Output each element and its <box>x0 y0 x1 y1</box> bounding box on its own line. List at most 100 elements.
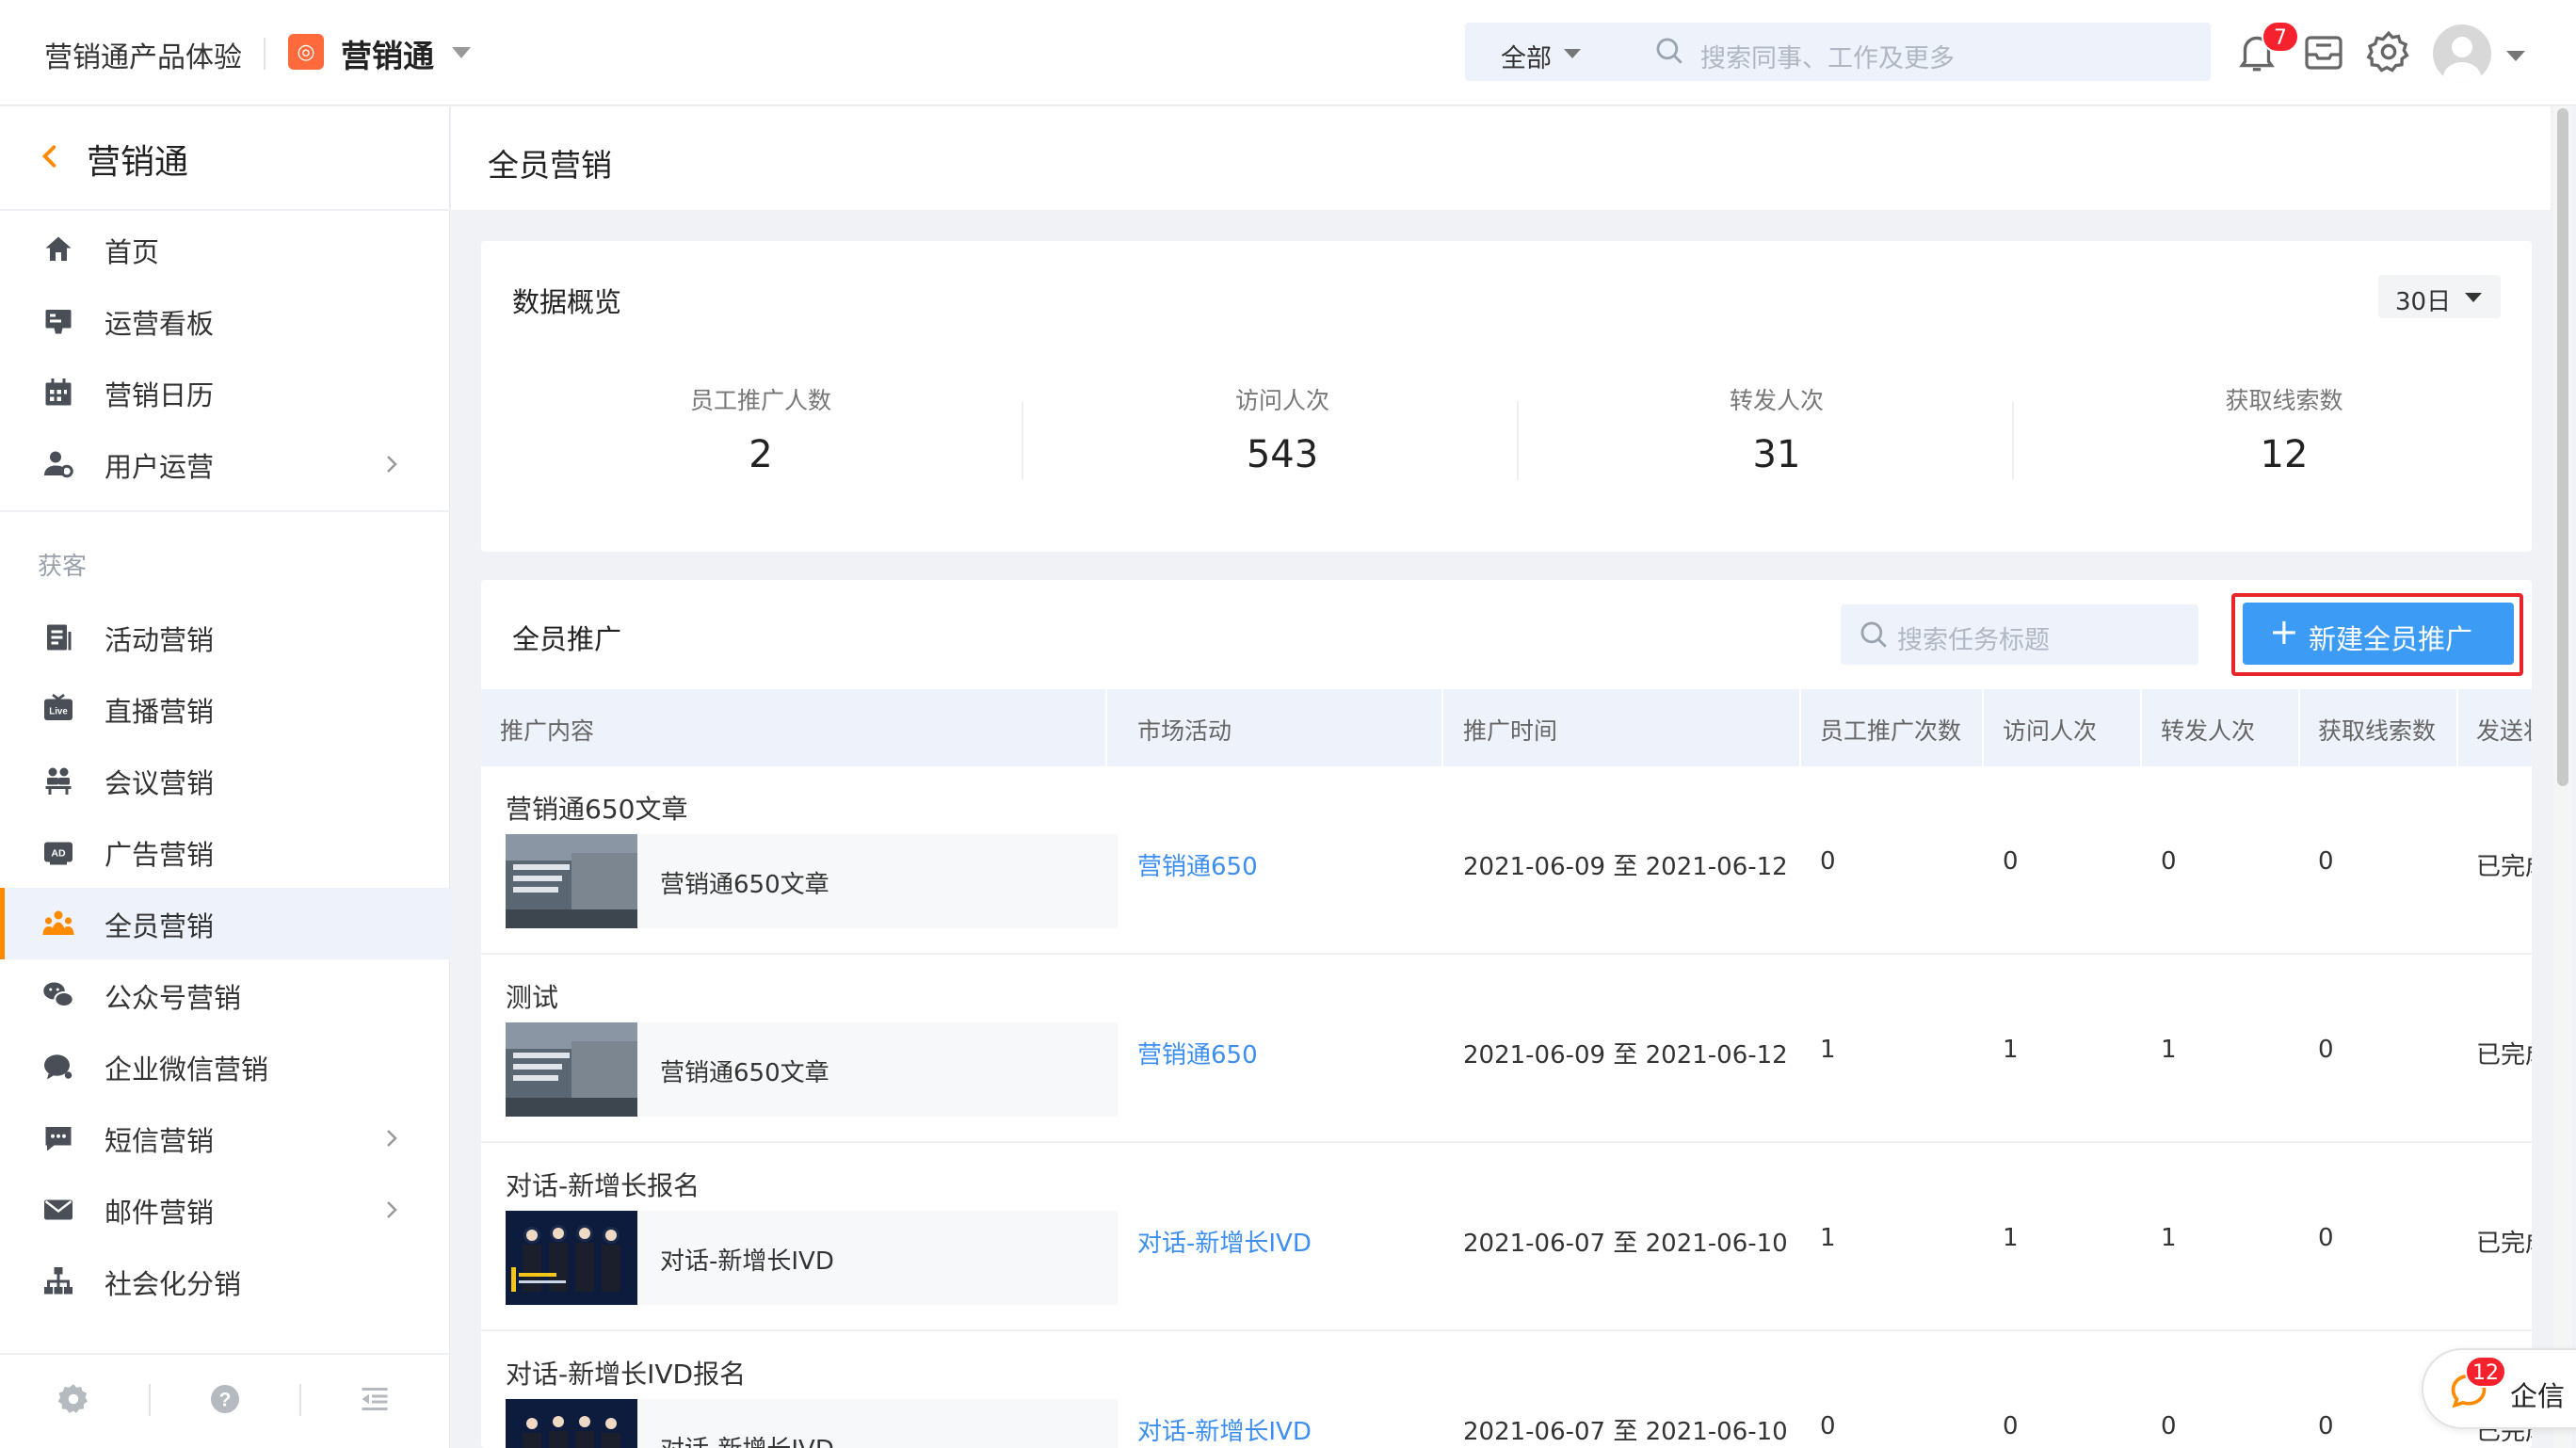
sidebar-item-label: 邮件营销 <box>105 1197 215 1229</box>
divider <box>1799 689 1801 766</box>
content-card[interactable]: 对话-新增长IVD <box>506 1211 1118 1305</box>
sidebar-item-distribution[interactable]: 社会化分销 <box>0 1246 450 1317</box>
visit-count: 0 <box>2003 847 2019 876</box>
dashboard-icon <box>45 310 72 334</box>
sidebar-item-label: 直播营销 <box>105 696 215 728</box>
campaign-link[interactable]: 对话-新增长IVD <box>1137 1412 1312 1447</box>
sidebar-item-dashboard[interactable]: 运营看板 <box>0 285 450 357</box>
chevron-down-icon[interactable] <box>2506 51 2525 61</box>
task-search[interactable]: 搜索任务标题 <box>1841 604 2198 665</box>
sidebar-item-calendar[interactable]: 营销日历 <box>0 357 450 428</box>
all-staff-promotion-card: 全员推广 搜索任务标题 + 新建全员推广 推广内容 市场活动 推广时间 员工推广… <box>481 580 2532 1448</box>
promotion-title[interactable]: 对话-新增长IVD报名 <box>506 1354 746 1392</box>
help-icon[interactable]: ? <box>208 1382 242 1416</box>
content-card[interactable]: 营销通650文章 <box>506 1022 1118 1117</box>
employee-push-count: 0 <box>1820 1412 1836 1440</box>
inbox-icon[interactable] <box>2301 30 2346 75</box>
table-row[interactable]: 营销通650文章 营销通650文章 营销通650 2021-06-09 至 20… <box>481 766 2532 955</box>
promotion-title[interactable]: 测试 <box>506 977 558 1015</box>
notification-badge: 7 <box>2262 21 2299 53</box>
lead-count: 0 <box>2318 1036 2334 1064</box>
org-name[interactable]: 营销通产品体验 <box>44 34 242 75</box>
promotion-time: 2021-06-09 至 2021-06-12 <box>1463 1041 1788 1070</box>
divider <box>2140 689 2142 766</box>
employee-push-count: 0 <box>1820 847 1836 876</box>
content-card[interactable]: 营销通650文章 <box>506 834 1118 928</box>
sms-icon <box>45 1127 72 1151</box>
chevron-down-icon[interactable] <box>1564 49 1581 58</box>
sidebar-item-mail[interactable]: 邮件营销 <box>0 1174 450 1246</box>
visit-count: 1 <box>2003 1036 2019 1064</box>
avatar[interactable] <box>2433 24 2491 83</box>
date-range-select[interactable]: 30日 <box>2378 275 2501 318</box>
content-card-title: 对话-新增长IVD <box>660 1247 834 1276</box>
settings-icon[interactable] <box>56 1382 90 1416</box>
global-search[interactable]: 全部 搜索同事、工作及更多 <box>1465 23 2211 81</box>
column-header: 推广内容 <box>500 717 595 745</box>
column-header: 推广时间 <box>1463 717 1558 745</box>
content-card[interactable]: 对话-新增长IVD <box>506 1399 1118 1448</box>
sidebar-group-label: 获客 <box>38 553 88 581</box>
sidebar-item-wecom[interactable]: 企业微信营销 <box>0 1031 450 1102</box>
floating-chat-button[interactable]: 12 企信 <box>2422 1348 2576 1429</box>
sidebar-item-meeting[interactable]: 会议营销 <box>0 745 450 816</box>
sidebar-item-label: 全员营销 <box>105 910 215 942</box>
search-icon <box>1860 621 1887 648</box>
campaign-link[interactable]: 对话-新增长IVD <box>1137 1224 1312 1259</box>
sidebar-item-label: 广告营销 <box>105 839 215 871</box>
forward-count: 0 <box>2161 1412 2177 1440</box>
app-logo-icon[interactable]: ◎ <box>288 34 324 70</box>
table-row[interactable]: 对话-新增长报名 对话-新增长IVD 对话-新增长IVD 2021-06-07 … <box>481 1143 2532 1331</box>
search-scope-select[interactable]: 全部 <box>1501 38 1552 74</box>
user-avatar-icon <box>2443 37 2481 83</box>
campaign-link[interactable]: 营销通650 <box>1137 847 1258 882</box>
scrollbar-thumb[interactable] <box>2557 108 2568 786</box>
wechat-icon <box>43 982 74 1008</box>
activity-icon <box>47 624 72 651</box>
app-switcher[interactable]: 营销通 <box>341 31 434 76</box>
stat-value: 31 <box>1752 433 1801 476</box>
collapse-menu-icon[interactable] <box>358 1382 392 1416</box>
button-label: 新建全员推广 <box>2309 623 2473 655</box>
page-scrollbar[interactable] <box>2553 106 2572 1448</box>
sidebar-item-label: 公众号营销 <box>105 982 242 1014</box>
table-row[interactable]: 测试 营销通650文章 营销通650 2021-06-09 至 2021-06-… <box>481 955 2532 1143</box>
table-row[interactable]: 对话-新增长IVD报名 对话-新增长IVD 对话-新增长IVD 2021-06-… <box>481 1331 2532 1448</box>
gear-icon[interactable] <box>2365 28 2412 75</box>
back-chevron-icon[interactable] <box>38 144 62 169</box>
campaign-link[interactable]: 营销通650 <box>1137 1036 1258 1070</box>
chevron-down-icon[interactable] <box>452 47 471 58</box>
sidebar-item-user-ops[interactable]: 用户运营 <box>0 428 450 500</box>
date-range-value: 30日 <box>2395 288 2452 316</box>
user-ops-icon <box>44 451 73 478</box>
promotion-title[interactable]: 对话-新增长报名 <box>506 1166 700 1203</box>
sidebar-item-wechat[interactable]: 公众号营销 <box>0 959 450 1031</box>
new-promotion-button[interactable]: + 新建全员推广 <box>2243 603 2514 665</box>
sidebar-title[interactable]: 营销通 <box>87 135 188 184</box>
sidebar-item-activity[interactable]: 活动营销 <box>0 602 450 673</box>
ad-icon: AD <box>44 842 72 865</box>
promotion-title[interactable]: 营销通650文章 <box>506 789 687 827</box>
sidebar-item-sms[interactable]: 短信营销 <box>0 1102 450 1174</box>
lead-count: 0 <box>2318 1224 2334 1252</box>
search-input[interactable]: 搜索同事、工作及更多 <box>1700 38 1955 74</box>
visit-count: 0 <box>2003 1412 2019 1440</box>
stat-label: 访问人次 <box>1234 387 1329 414</box>
sidebar-item-all-staff-marketing[interactable]: 全员营销 <box>0 888 450 959</box>
stat-leads: 获取线索数 12 <box>2049 382 2520 495</box>
divider <box>0 209 450 211</box>
chevron-right-icon <box>387 1130 397 1147</box>
sidebar-item-label: 会议营销 <box>105 767 215 799</box>
stat-employee-promoters: 员工推广人数 2 <box>525 382 996 495</box>
event-thumbnail <box>506 1399 637 1448</box>
column-header: 访问人次 <box>2003 717 2098 745</box>
divider <box>2298 689 2300 766</box>
divider <box>1022 401 1023 480</box>
stat-label: 员工推广人数 <box>689 387 831 414</box>
stat-value: 543 <box>1246 433 1319 476</box>
task-search-input[interactable]: 搜索任务标题 <box>1897 619 2050 656</box>
sidebar-item-live[interactable]: Live 直播营销 <box>0 673 450 745</box>
sidebar-item-label: 活动营销 <box>105 624 215 656</box>
sidebar-item-ads[interactable]: AD 广告营销 <box>0 816 450 888</box>
sidebar-item-home[interactable]: 首页 <box>0 214 450 285</box>
